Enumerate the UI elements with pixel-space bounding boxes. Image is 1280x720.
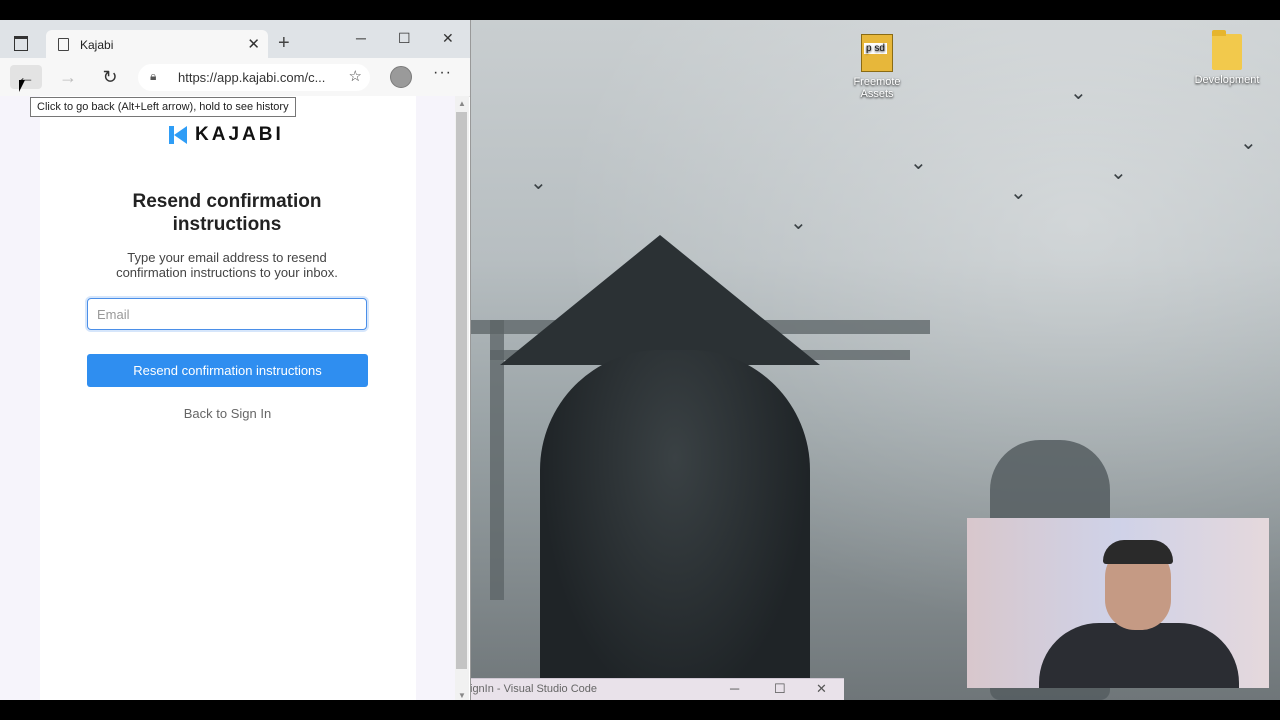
scroll-up-icon[interactable]: ▲ bbox=[458, 99, 466, 108]
resend-confirmation-button[interactable]: Resend confirmation instructions bbox=[87, 354, 368, 387]
reload-button[interactable]: ↻ bbox=[94, 65, 126, 89]
maximize-icon[interactable]: ☐ bbox=[398, 30, 411, 47]
resend-confirmation-card: KAJABI Resend confirmation instructions … bbox=[40, 96, 416, 700]
desktop-icon-label: Freemote Assets bbox=[853, 76, 901, 100]
add-favorite-icon[interactable]: ☆ bbox=[349, 67, 362, 85]
folder-icon bbox=[1212, 30, 1242, 70]
maximize-icon[interactable]: ☐ bbox=[774, 681, 786, 697]
arrow-right-icon: → bbox=[59, 67, 77, 87]
lock-icon[interactable]: 🔒︎ bbox=[150, 69, 156, 84]
page-description: Type your email address to resend confir… bbox=[116, 250, 338, 280]
address-bar[interactable]: 🔒︎ https://app.kajabi.com/c... ☆ bbox=[138, 64, 370, 91]
bottom-black-bar bbox=[0, 700, 1280, 720]
page-scrollbar[interactable]: ▲ ▼ bbox=[455, 96, 469, 700]
forward-button[interactable]: → bbox=[52, 65, 84, 89]
minimize-icon[interactable]: ─ bbox=[356, 30, 366, 46]
scrollbar-thumb[interactable] bbox=[456, 112, 467, 669]
bird-icon: ⌄ bbox=[1240, 132, 1257, 154]
bird-icon: ⌄ bbox=[530, 172, 547, 194]
bird-icon: ⌄ bbox=[1110, 162, 1127, 184]
refresh-icon: ↻ bbox=[102, 67, 118, 87]
tab-kajabi[interactable]: Kajabi ✕ bbox=[46, 30, 268, 58]
tab-bar: Kajabi ✕ + ─ ☐ ✕ bbox=[0, 20, 470, 58]
samurai-hat bbox=[500, 235, 820, 365]
samurai-figure bbox=[540, 350, 810, 700]
tab-actions-icon[interactable] bbox=[14, 36, 28, 51]
browser-window: Kajabi ✕ + ─ ☐ ✕ ← → ↻ 🔒︎ https://app.ka… bbox=[0, 20, 471, 700]
person-hair bbox=[1103, 540, 1173, 564]
back-button-tooltip: Click to go back (Alt+Left arrow), hold … bbox=[30, 97, 296, 117]
vscode-window-title: ignIn - Visual Studio Code bbox=[470, 683, 597, 695]
close-window-icon[interactable]: ✕ bbox=[442, 30, 454, 47]
tab-title: Kajabi bbox=[80, 38, 114, 52]
back-button[interactable]: ← bbox=[10, 65, 42, 89]
bird-icon: ⌄ bbox=[790, 212, 807, 234]
profile-avatar[interactable] bbox=[390, 66, 412, 88]
desktop-icon-freemote-assets[interactable]: Freemote Assets bbox=[842, 34, 912, 100]
new-tab-icon[interactable]: + bbox=[278, 32, 290, 55]
minimize-icon[interactable]: ─ bbox=[730, 681, 739, 696]
webcam-overlay bbox=[967, 518, 1269, 688]
desktop-icon-label: Development bbox=[1194, 74, 1260, 86]
page-viewport: KAJABI Resend confirmation instructions … bbox=[0, 96, 455, 700]
email-field-wrapper bbox=[87, 298, 367, 330]
close-tab-icon[interactable]: ✕ bbox=[247, 35, 260, 53]
kajabi-logo[interactable]: KAJABI bbox=[169, 124, 284, 146]
bird-icon: ⌄ bbox=[1010, 182, 1027, 204]
mouse-cursor-icon bbox=[19, 80, 25, 92]
bird-icon: ⌄ bbox=[1070, 82, 1087, 104]
scroll-down-icon[interactable]: ▼ bbox=[458, 691, 466, 700]
top-black-bar bbox=[0, 0, 1280, 20]
page-title: Resend confirmation instructions bbox=[132, 191, 322, 235]
logo-wordmark: KAJABI bbox=[195, 124, 284, 145]
back-to-sign-in-link[interactable]: Back to Sign In bbox=[87, 406, 368, 421]
close-icon[interactable]: ✕ bbox=[816, 681, 827, 697]
page-icon bbox=[58, 38, 69, 51]
psd-file-icon bbox=[861, 34, 893, 72]
vscode-window-titlebar[interactable]: ignIn - Visual Studio Code ─ ☐ ✕ bbox=[470, 678, 844, 701]
browser-toolbar: ← → ↻ 🔒︎ https://app.kajabi.com/c... ☆ ·… bbox=[0, 58, 470, 97]
desktop-icon-development[interactable]: Development bbox=[1192, 30, 1262, 86]
person-shirt bbox=[1039, 623, 1239, 688]
kajabi-k-icon bbox=[169, 126, 187, 144]
url-text: https://app.kajabi.com/c... bbox=[178, 70, 326, 85]
more-options-icon[interactable]: ··· bbox=[433, 64, 452, 82]
bird-icon: ⌄ bbox=[910, 152, 927, 174]
email-input[interactable] bbox=[88, 299, 366, 329]
